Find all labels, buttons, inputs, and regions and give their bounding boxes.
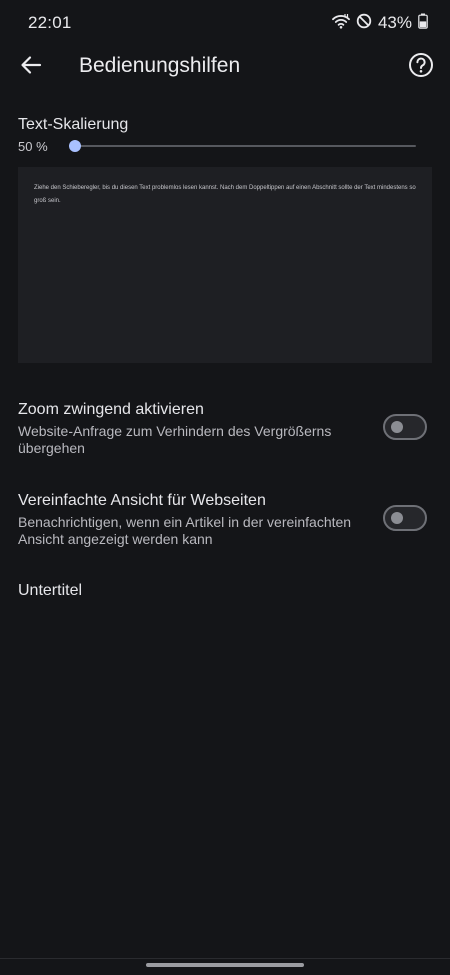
gesture-handle[interactable]	[146, 963, 304, 967]
setting-simplified-view-title: Vereinfachte Ansicht für Webseiten	[18, 492, 266, 509]
arrow-left-icon	[20, 54, 42, 81]
text-scaling-label: Text-Skalierung	[18, 116, 129, 133]
navigation-bar	[0, 958, 450, 975]
text-scaling-value: 50 %	[18, 139, 48, 154]
toggle-knob	[391, 512, 403, 524]
setting-force-zoom-title: Zoom zwingend aktivieren	[18, 401, 204, 418]
help-button[interactable]	[404, 50, 438, 84]
text-preview-sample: Ziehe den Schieberegler, bis du diesen T…	[34, 185, 416, 204]
help-circle-icon	[408, 52, 434, 83]
setting-captions[interactable]: Untertitel	[0, 582, 450, 606]
wifi-icon	[332, 13, 350, 34]
force-zoom-toggle[interactable]	[383, 414, 427, 440]
setting-force-zoom[interactable]: Zoom zwingend aktivieren Website-Anfrage…	[0, 401, 450, 461]
do-not-disturb-icon	[356, 13, 372, 34]
toggle-knob	[391, 421, 403, 433]
battery-icon	[418, 13, 428, 34]
setting-simplified-view[interactable]: Vereinfachte Ansicht für Webseiten Benac…	[0, 492, 450, 552]
text-scaling-slider[interactable]	[68, 137, 416, 155]
slider-track	[72, 145, 416, 147]
setting-simplified-view-summary: Benachrichtigen, wenn ein Artikel in der…	[18, 514, 352, 547]
app-bar: Bedienungshilfen	[0, 46, 450, 88]
page-title: Bedienungshilfen	[79, 54, 241, 77]
simplified-view-toggle[interactable]	[383, 505, 427, 531]
slider-thumb[interactable]	[69, 140, 81, 152]
back-button[interactable]	[14, 50, 48, 84]
text-preview-box: Ziehe den Schieberegler, bis du diesen T…	[18, 167, 432, 363]
setting-captions-title: Untertitel	[18, 582, 83, 599]
status-icons: 43%	[332, 12, 428, 34]
status-time: 22:01	[28, 13, 72, 32]
status-bar: 22:01 43%	[0, 0, 450, 46]
setting-force-zoom-summary: Website-Anfrage zum Verhindern des Vergr…	[18, 423, 332, 456]
battery-percentage: 43%	[377, 13, 412, 32]
